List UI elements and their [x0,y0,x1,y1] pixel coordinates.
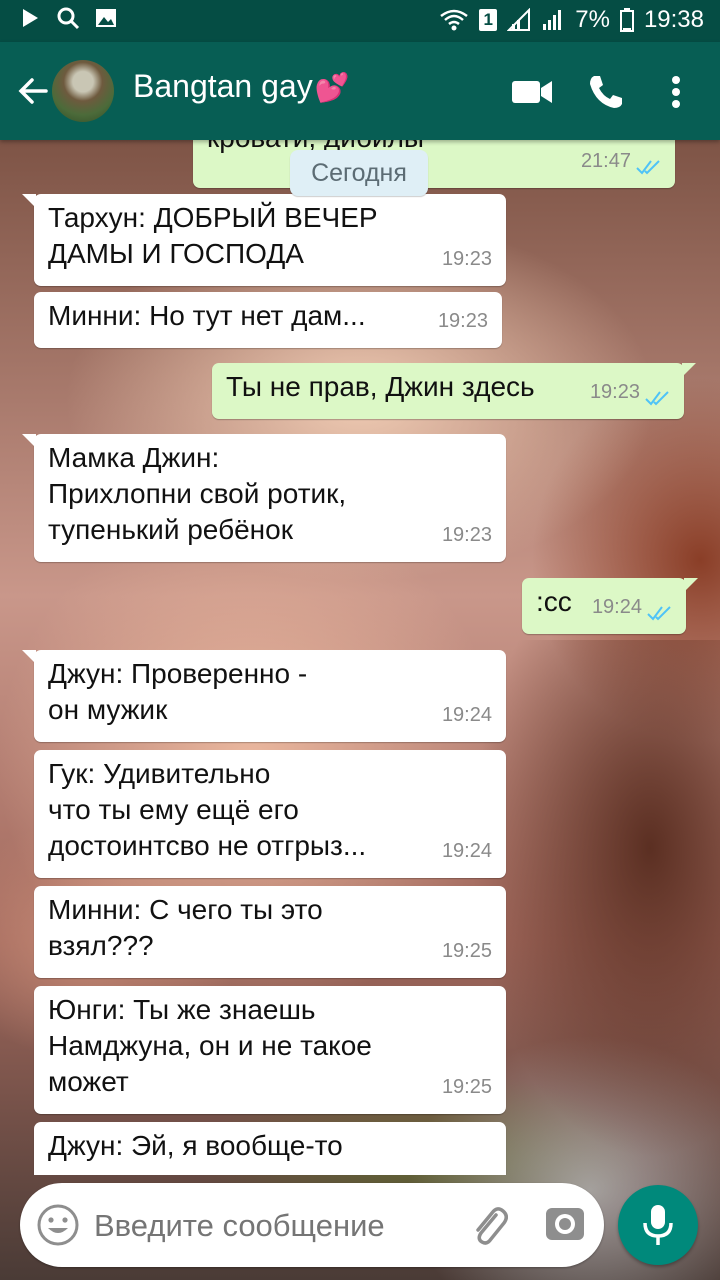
message-time: 19:24 [441,704,492,726]
message-text: Джун: Эй, я вообще-то [48,1130,343,1161]
search-icon [57,7,80,30]
message-text: Гук: Удивительно что ты ему ещё его дост… [48,758,367,861]
message-bubble[interactable]: Джун: Эй, я вообще-то [34,1122,506,1175]
message-text: Мамка Джин: Прихлопни свой ротик, тупень… [48,442,347,545]
message-list[interactable]: кровати, дибилы 21:47 Тархун: ДОБРЫЙ ВЕЧ… [0,140,720,1175]
mic-button[interactable] [618,1185,698,1265]
message-text: Тархун: ДОБРЫЙ ВЕЧЕР ДАМЫ И ГОСПОДА [48,202,378,269]
message-bubble[interactable]: Гук: Удивительно что ты ему ещё его дост… [34,750,506,878]
sim-icon: 1 [479,9,498,31]
phone-icon[interactable] [586,72,626,112]
attach-icon[interactable] [468,1203,508,1247]
message-text: Юнги: Ты же знаешь Намджуна, он и не так… [48,994,372,1097]
message-bubble[interactable]: Мамка Джин: Прихлопни свой ротик, тупень… [22,434,506,562]
message-bubble[interactable]: Минни: С чего ты это взял??? 19:25 [34,886,506,978]
battery-icon [619,8,634,32]
message-text: Минни: С чего ты это взял??? [48,894,323,961]
message-bubble[interactable]: Юнги: Ты же знаешь Намджуна, он и не так… [34,986,506,1114]
emoji-icon[interactable] [36,1203,80,1247]
message-text: Минни: Но тут нет дам... [48,300,366,331]
camera-icon[interactable] [544,1203,586,1245]
message-bubble[interactable]: Тархун: ДОБРЫЙ ВЕЧЕР ДАМЫ И ГОСПОДА 19:2… [22,194,506,286]
message-time: 21:47 [580,150,631,172]
avatar[interactable] [52,60,114,122]
video-call-icon[interactable] [510,72,554,112]
message-input[interactable] [92,1201,456,1251]
chat-header: Bangtan gay💕 [0,42,720,140]
message-bubble[interactable]: :cc 19:24 [522,578,698,634]
message-time: 19:24 [441,840,492,862]
image-icon [96,9,116,27]
message-time: 19:23 [441,524,492,546]
message-composer [20,1183,604,1267]
wifi-icon [440,9,469,31]
read-ticks-icon [645,391,669,406]
message-time: 19:25 [441,1076,492,1098]
clock: 19:38 [643,6,704,33]
date-chip: Сегодня [290,150,428,196]
message-time: 19:23 [441,248,492,270]
message-bubble[interactable]: Минни: Но тут нет дам... 19:23 [34,292,502,348]
hearts-emoji: 💕 [314,72,350,103]
signal-icon [507,8,531,31]
signal-icon-2 [543,10,562,30]
battery-percent: 7% [575,6,610,33]
message-time: 19:24 [591,596,642,618]
more-vert-icon[interactable] [664,72,688,112]
message-bubble[interactable]: кровати, дибилы 21:47 [193,140,675,188]
message-time: 19:23 [589,381,640,403]
chat-title[interactable]: Bangtan gay💕 [133,68,350,105]
message-time: 19:23 [437,310,488,332]
arrow-left-icon[interactable] [14,71,50,111]
mic-icon [643,1205,673,1245]
read-ticks-icon [636,160,660,175]
message-bubble[interactable]: Джун: Проверенно - он мужик 19:24 [22,650,506,742]
message-text: Джун: Проверенно - он мужик [48,658,308,725]
read-ticks-icon [647,606,671,621]
play-icon [23,9,38,27]
message-time: 19:25 [441,940,492,962]
chat-title-text: Bangtan gay [133,68,313,104]
message-bubble[interactable]: Ты не прав, Джин здесь 19:23 [212,363,696,419]
status-bar: 1 7% 19:38 [0,0,720,42]
